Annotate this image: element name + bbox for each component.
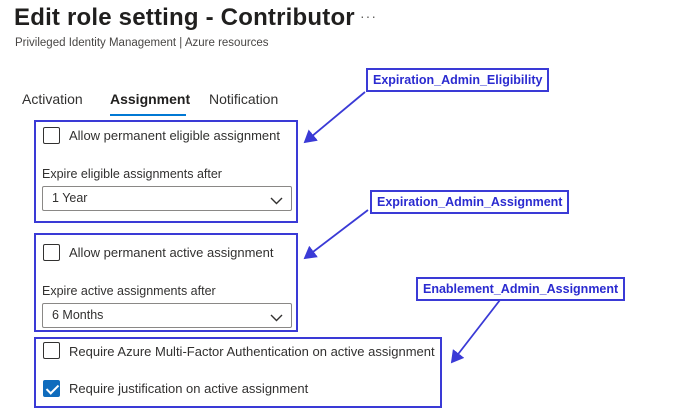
arrow-eligibility <box>303 91 366 144</box>
arrow-assignment <box>303 209 369 260</box>
arrow-enablement <box>450 299 501 364</box>
annotation-arrows <box>303 91 501 364</box>
edit-role-setting-page: Edit role setting - Contributor ··· Priv… <box>0 0 694 419</box>
